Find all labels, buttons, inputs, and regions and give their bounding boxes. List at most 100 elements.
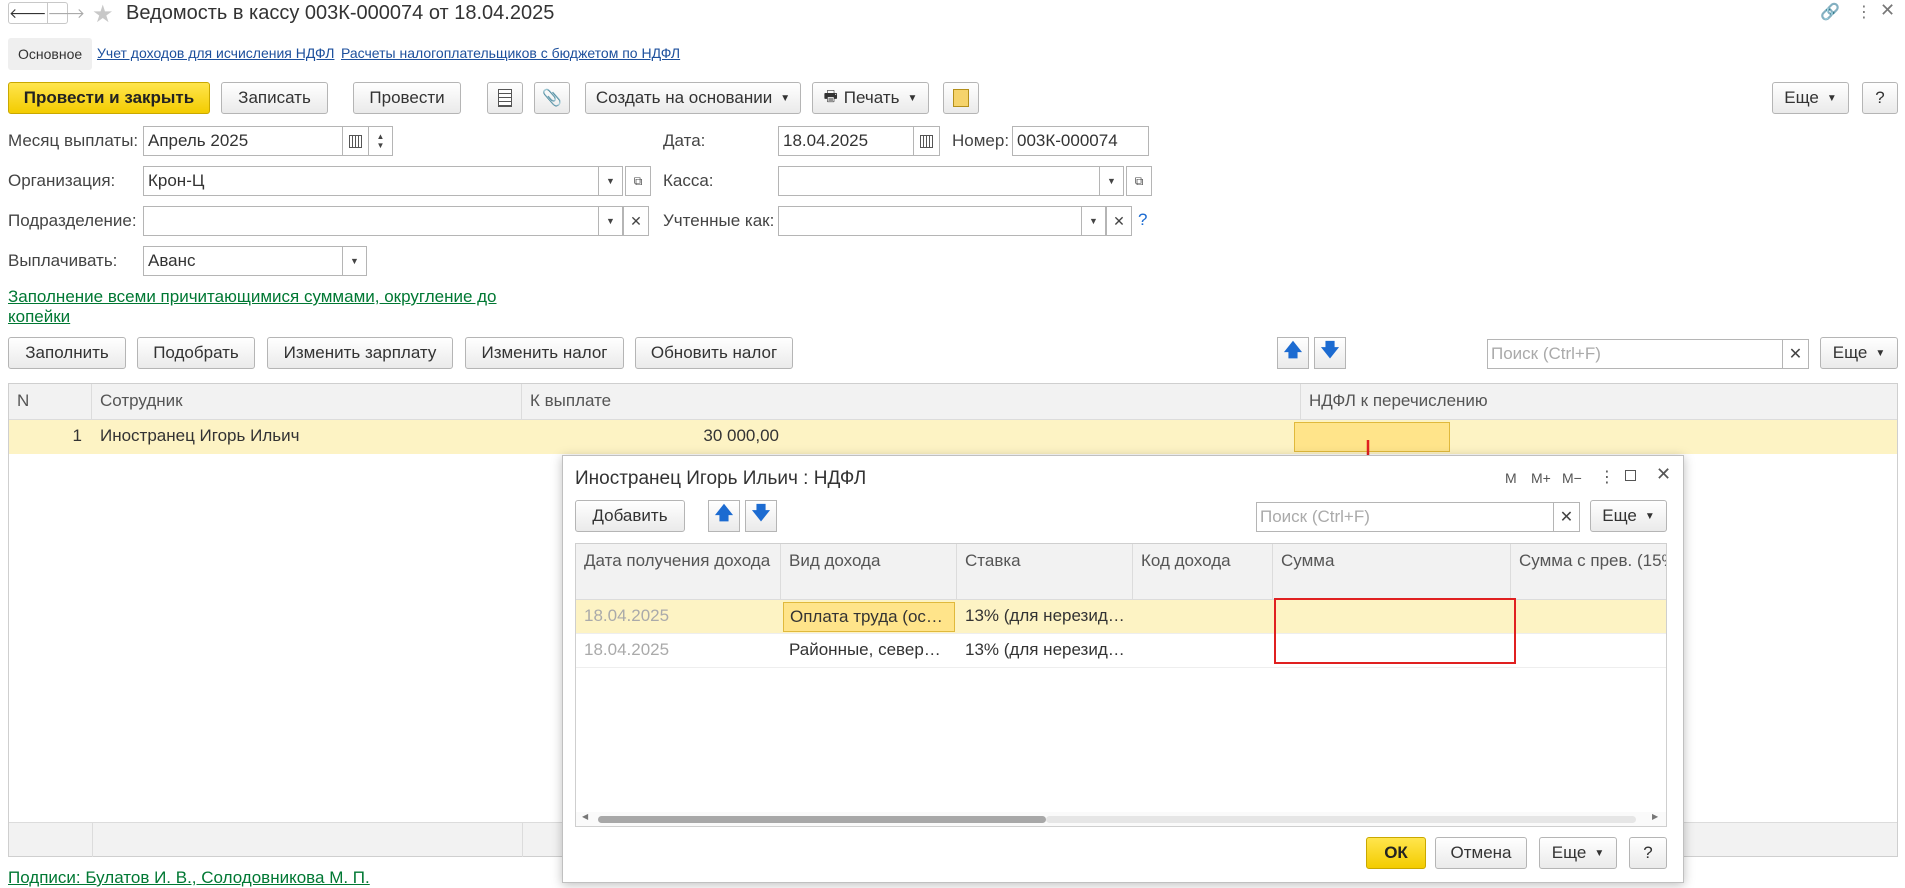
update-tax-button[interactable]: Обновить налог [635, 337, 793, 369]
move-down-button[interactable]: 🡇 [1314, 337, 1346, 369]
cash-field[interactable] [778, 166, 1100, 196]
table-search-input[interactable]: Поиск (Ctrl+F) [1487, 339, 1783, 369]
more-vert-icon[interactable]: ⋮ [1856, 2, 1872, 22]
dialog-move-up-button[interactable]: 🡅 [708, 500, 740, 532]
horizontal-scrollbar[interactable]: ◀ ▶ [576, 812, 1666, 826]
change-tax-button[interactable]: Изменить налог [465, 337, 624, 369]
calendar-button[interactable] [343, 126, 369, 156]
col-rate-header[interactable]: Ставка [957, 544, 1133, 600]
pick-button[interactable]: Подобрать [137, 337, 255, 369]
table-search-clear-button[interactable]: ✕ [1783, 339, 1809, 369]
page-title: Ведомость в кассу 003К-000074 от 18.04.2… [126, 2, 555, 24]
cash-open-button[interactable]: ⧉ [1126, 166, 1152, 196]
star-icon[interactable]: ★ [92, 0, 114, 29]
close-icon[interactable]: ✕ [1880, 0, 1895, 21]
save-button[interactable]: Записать [221, 82, 328, 114]
clear-icon: ✕ [1788, 346, 1803, 363]
dept-clear-button[interactable]: ✕ [623, 206, 649, 236]
dialog-search-clear-button[interactable]: ✕ [1554, 502, 1580, 532]
col-n-header[interactable]: N [9, 384, 92, 420]
pay-field[interactable]: Аванс [143, 246, 343, 276]
dialog-maximize-icon[interactable] [1625, 470, 1636, 481]
col-sum-header[interactable]: Сумма [1273, 544, 1511, 600]
dialog-cancel-button[interactable]: Отмена [1435, 837, 1527, 869]
more-button[interactable]: Еще ▼ [1772, 82, 1849, 114]
tab-main[interactable]: Основное [8, 38, 93, 70]
create-based-button[interactable]: Создать на основании ▼ [585, 82, 801, 114]
nav-buttons: 🡐 🡒 [8, 2, 85, 24]
dialog-add-button[interactable]: Добавить [575, 500, 685, 532]
month-label: Месяц выплаты: [8, 131, 139, 150]
accounted-field[interactable] [778, 206, 1082, 236]
fill-button[interactable]: Заполнить [8, 337, 126, 369]
dialog-mplus-button[interactable]: M+ [1531, 470, 1551, 486]
col-date-header[interactable]: Дата получения дохода [576, 544, 781, 600]
row-code-cell[interactable] [1133, 600, 1273, 612]
back-button[interactable]: 🡐 [9, 3, 48, 23]
dialog-move-down-button[interactable]: 🡇 [745, 500, 777, 532]
dept-field[interactable] [143, 206, 599, 236]
accounted-help-icon[interactable]: ? [1138, 210, 1147, 230]
col-sum-pref-header[interactable]: Сумма с прев. (15% [1511, 544, 1666, 600]
tab-ndfl-income[interactable]: Учет доходов для исчисления НДФЛ [97, 45, 334, 61]
dialog-close-icon[interactable]: ✕ [1656, 464, 1671, 485]
forward-button[interactable]: 🡒 [48, 3, 86, 23]
scrollbar-thumb[interactable] [598, 816, 1046, 823]
dropdown-icon: ▼ [606, 176, 615, 186]
row-sum-pref-cell[interactable] [1511, 600, 1666, 612]
org-dropdown-button[interactable]: ▼ [599, 166, 623, 196]
cash-dropdown-button[interactable]: ▼ [1100, 166, 1124, 196]
dialog-more2-button[interactable]: Еще ▼ [1539, 837, 1617, 869]
dialog-more-button[interactable]: Еще ▼ [1590, 500, 1667, 532]
attach-button[interactable]: 📎 [534, 82, 570, 114]
post-close-button[interactable]: Провести и закрыть [8, 82, 210, 114]
col-to-pay-header[interactable]: К выплате [522, 384, 1301, 420]
dept-dropdown-button[interactable]: ▼ [599, 206, 623, 236]
accounted-dropdown-button[interactable]: ▼ [1082, 206, 1106, 236]
table-more-button[interactable]: Еще ▼ [1820, 337, 1898, 369]
open-window-icon: ⧉ [633, 173, 643, 188]
dialog-more-vert-icon[interactable]: ⋮ [1599, 467, 1615, 487]
col-employee-header[interactable]: Сотрудник [92, 384, 522, 420]
dialog-help-button[interactable]: ? [1629, 837, 1667, 869]
post-button[interactable]: Провести [353, 82, 461, 114]
month-stepper[interactable]: ▲ ▼ [369, 126, 393, 156]
calendar-icon [920, 134, 933, 148]
org-open-button[interactable]: ⧉ [625, 166, 651, 196]
print-label: Печать [843, 88, 900, 107]
col-ndfl-header[interactable]: НДФЛ к перечислению [1301, 384, 1897, 420]
org-field[interactable]: Крон-Ц [143, 166, 599, 196]
move-up-button[interactable]: 🡅 [1277, 337, 1309, 369]
arrow-up-icon: 🡅 [1283, 340, 1303, 360]
row-kind-cell[interactable]: Оплата труда (основная налоговая база) [783, 602, 956, 632]
dropdown-icon: ▼ [1594, 847, 1605, 859]
change-salary-button[interactable]: Изменить зарплату [267, 337, 453, 369]
printer-icon: 🖶 [823, 87, 838, 105]
history-button[interactable] [943, 82, 979, 114]
row-code-cell[interactable] [1133, 634, 1273, 646]
row-sum-pref-cell[interactable] [1511, 634, 1666, 646]
highlight-box [1274, 598, 1516, 664]
accounted-clear-button[interactable]: ✕ [1106, 206, 1132, 236]
signatures-link[interactable]: Подписи: Булатов И. В., Солодовникова М.… [8, 868, 370, 888]
dialog-m-button[interactable]: M [1505, 470, 1517, 486]
report-button[interactable] [487, 82, 523, 114]
dialog-search-input[interactable]: Поиск (Ctrl+F) [1256, 502, 1554, 532]
col-code-header[interactable]: Код дохода [1133, 544, 1273, 600]
date-calendar-button[interactable] [914, 126, 940, 156]
number-field[interactable]: 003К-000074 [1012, 126, 1149, 156]
dialog-ok-button[interactable]: ОК [1366, 837, 1426, 869]
help-button[interactable]: ? [1862, 82, 1898, 114]
tab-budget[interactable]: Расчеты налогоплательщиков с бюджетом по… [341, 45, 680, 61]
date-field[interactable]: 18.04.2025 [778, 126, 914, 156]
calendar-icon [349, 134, 362, 148]
dialog-mminus-button[interactable]: M− [1562, 470, 1582, 486]
pay-dropdown-button[interactable]: ▼ [343, 246, 367, 276]
table-row[interactable]: 1 Иностранец Игорь Ильич 30 000,00 [9, 420, 1897, 454]
link-icon[interactable]: 🔗 [1820, 2, 1840, 22]
month-field[interactable]: Апрель 2025 [143, 126, 343, 156]
fill-settings-link[interactable]: Заполнение всеми причитающимися суммами,… [8, 287, 497, 327]
col-kind-header[interactable]: Вид дохода [781, 544, 957, 600]
print-button[interactable]: 🖶 Печать ▼ [812, 82, 929, 114]
stepper-up-icon: ▲ [376, 132, 385, 141]
